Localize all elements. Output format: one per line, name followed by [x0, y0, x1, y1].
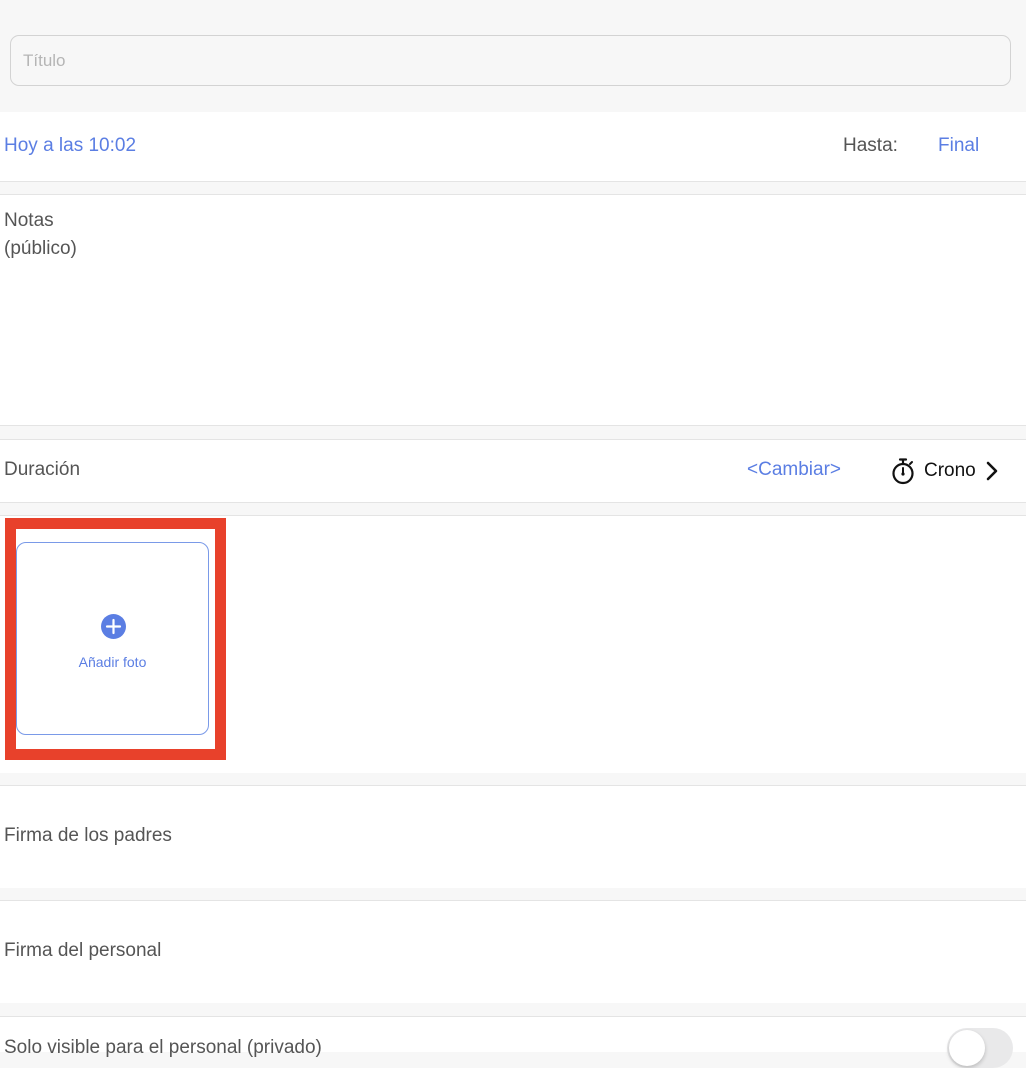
divider: [0, 425, 1026, 426]
add-photo-button[interactable]: Añadir foto: [16, 542, 209, 735]
privacy-toggle[interactable]: [947, 1028, 1013, 1068]
timer-button[interactable]: Crono: [891, 456, 998, 486]
duration-label: Duración: [4, 459, 81, 480]
end-date-button[interactable]: Final: [938, 135, 979, 157]
notes-label-line1: Notas: [4, 210, 54, 231]
add-photo-label: Añadir foto: [78, 654, 147, 670]
change-duration-button[interactable]: <Cambiar>: [747, 459, 841, 481]
toggle-knob: [949, 1030, 985, 1066]
notes-label: Notas (público): [4, 207, 77, 263]
timer-label: Crono: [924, 460, 976, 481]
privacy-label: Solo visible para el personal (privado): [4, 1037, 322, 1058]
start-date-button[interactable]: Hoy a las 10:02: [4, 135, 136, 157]
notes-label-line2: (público): [4, 238, 77, 259]
stopwatch-icon: [892, 457, 914, 484]
divider: [0, 502, 1026, 503]
until-label: Hasta:: [843, 135, 898, 156]
duration-row: [0, 440, 1026, 502]
title-input[interactable]: [10, 35, 1011, 86]
staff-signature-label: Firma del personal: [4, 940, 162, 961]
parents-signature-label: Firma de los padres: [4, 825, 172, 846]
chevron-right-icon: [986, 461, 998, 481]
notes-textarea[interactable]: [110, 200, 1014, 424]
divider: [0, 181, 1026, 182]
plus-circle-icon: [101, 614, 126, 639]
